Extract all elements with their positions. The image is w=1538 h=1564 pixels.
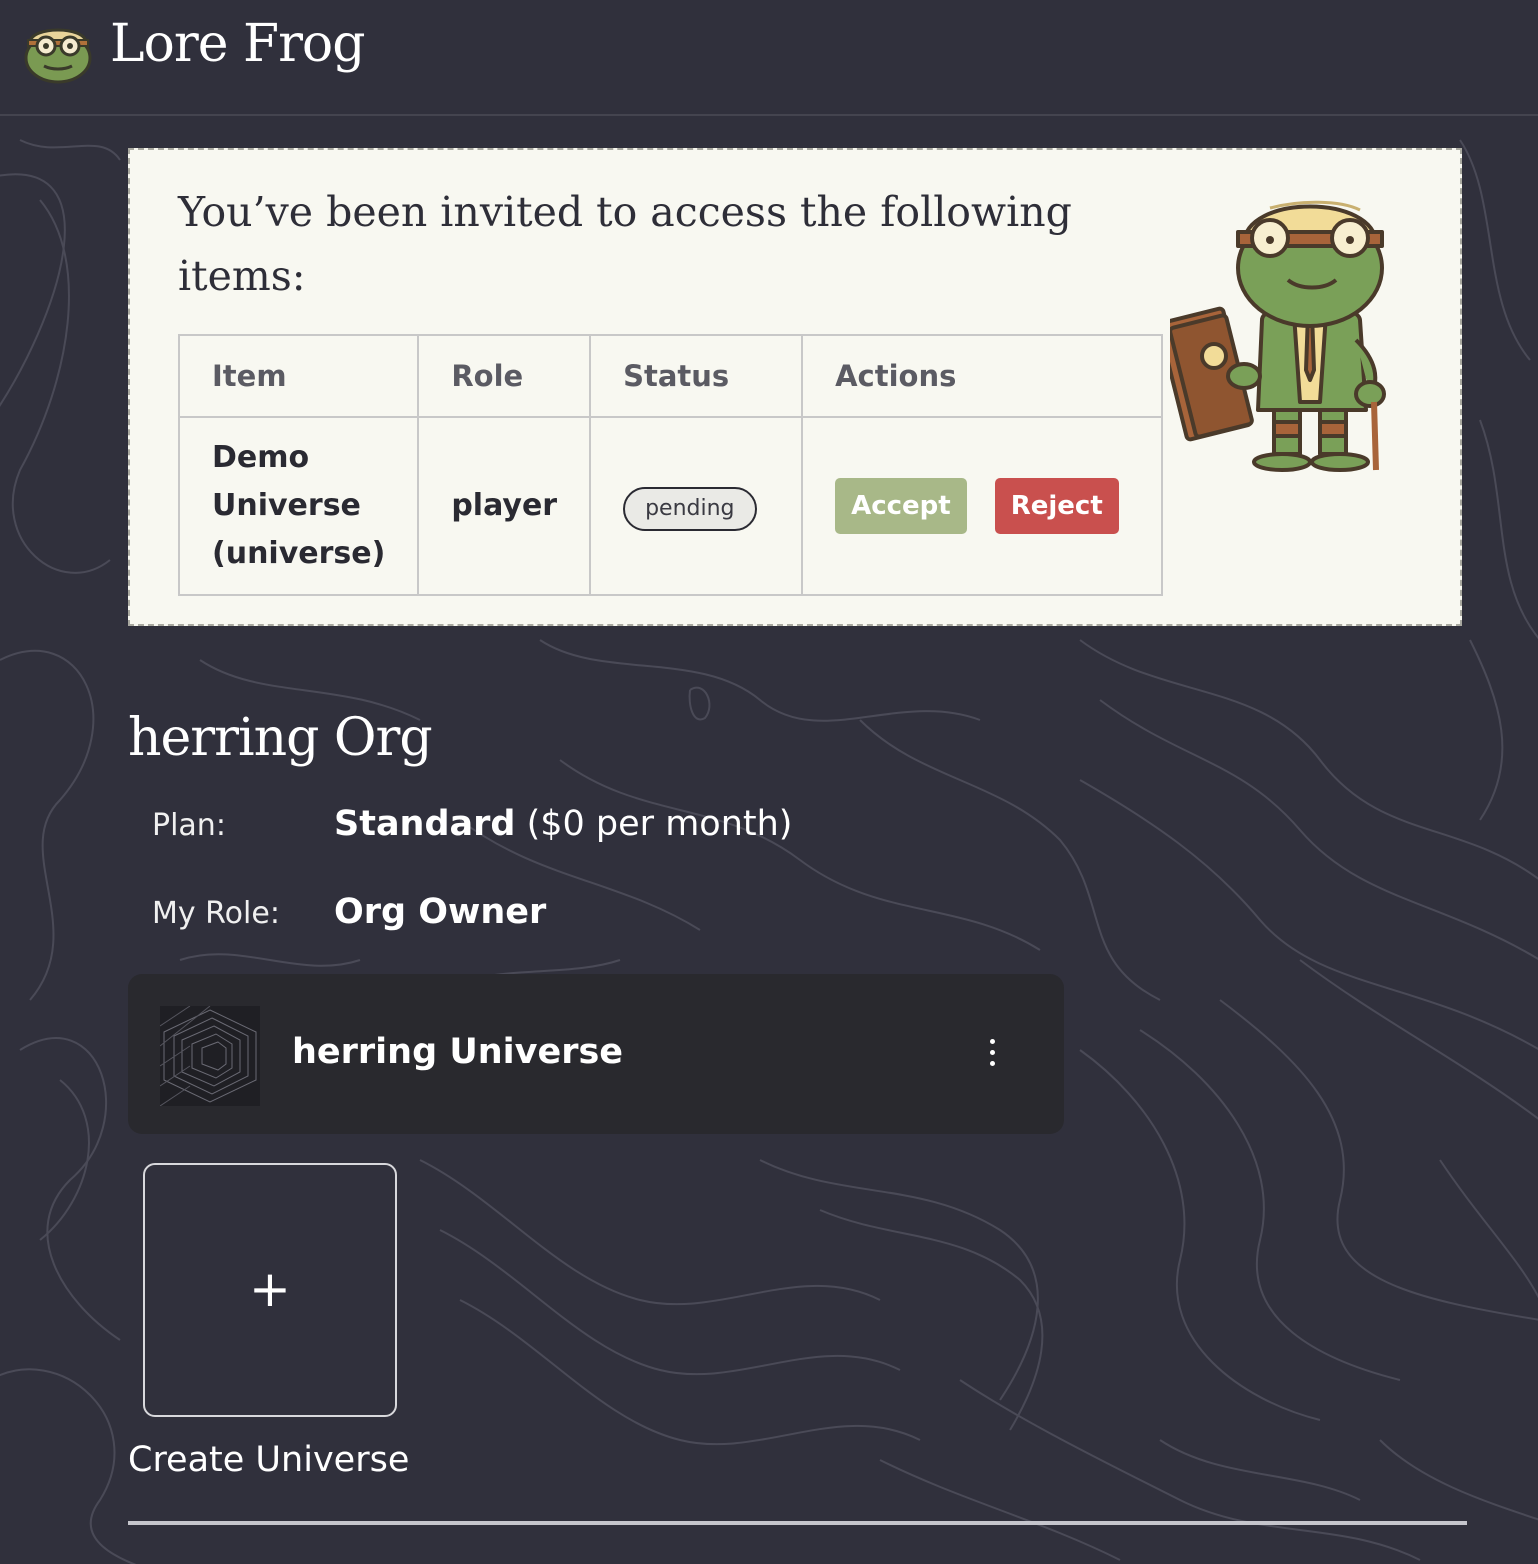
- create-universe-button[interactable]: +: [143, 1163, 397, 1417]
- column-header-actions: Actions: [801, 334, 1164, 418]
- org-title: herring Org: [128, 708, 433, 768]
- table-row: Demo Universe (universe) player pending …: [177, 416, 1164, 596]
- role-label: My Role:: [152, 896, 280, 931]
- top-header: Lore Frog: [0, 0, 1538, 116]
- plan-value: Standard ($0 per month): [334, 804, 792, 844]
- plan-price: ($0 per month): [526, 804, 793, 844]
- invite-status-cell: pending: [589, 416, 804, 596]
- table-header-row: Item Role Status Actions: [177, 334, 1164, 418]
- status-badge: pending: [623, 486, 757, 531]
- create-universe-label[interactable]: Create Universe: [128, 1440, 409, 1480]
- invite-table: Item Role Status Actions Demo Universe (…: [177, 334, 1164, 596]
- column-header-item: Item: [177, 334, 420, 418]
- reject-button[interactable]: Reject: [994, 478, 1119, 534]
- accept-button[interactable]: Accept: [835, 478, 967, 534]
- plan-name: Standard: [334, 804, 516, 844]
- invite-role: player: [417, 416, 592, 596]
- kebab-menu-icon[interactable]: [980, 1036, 1004, 1072]
- brand-name[interactable]: Lore Frog: [110, 14, 366, 74]
- column-header-status: Status: [589, 334, 804, 418]
- invite-item-name: Demo Universe (universe): [177, 416, 420, 596]
- frog-scholar-illustration: [1170, 200, 1386, 472]
- universe-card[interactable]: herring Universe: [128, 974, 1064, 1134]
- role-value-text: Org Owner: [334, 892, 547, 932]
- section-divider: [128, 1521, 1467, 1525]
- frog-logo-icon[interactable]: [22, 18, 94, 84]
- column-header-role: Role: [417, 334, 592, 418]
- universe-name[interactable]: herring Universe: [292, 1032, 623, 1072]
- plus-icon: +: [249, 1260, 291, 1318]
- universe-thumbnail: [160, 1006, 260, 1106]
- invite-actions-cell: Accept Reject: [801, 416, 1164, 596]
- plan-label: Plan:: [152, 808, 226, 843]
- role-value: Org Owner: [334, 892, 546, 932]
- invite-title: You’ve been invited to access the follow…: [178, 188, 1072, 300]
- invite-panel: You’ve been invited to access the follow…: [128, 148, 1462, 626]
